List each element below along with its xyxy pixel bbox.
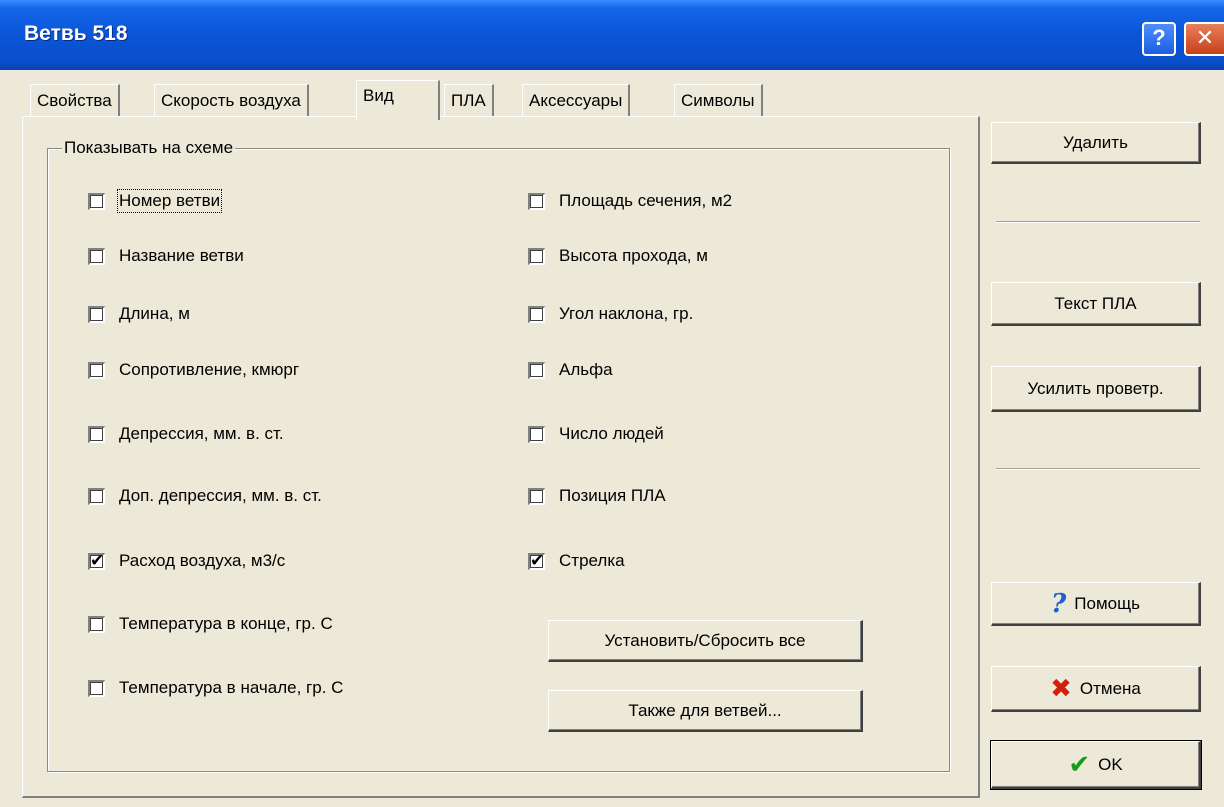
checkbox-box[interactable] (528, 305, 545, 323)
checkbox-label: Высота прохода, м (559, 246, 708, 265)
checkbox-box[interactable] (88, 425, 105, 443)
window-title: Ветвь 518 (24, 22, 128, 45)
checkbox-extra-depression[interactable]: Доп. депрессия, мм. в. ст. (88, 486, 322, 506)
checkbox-label: Номер ветви (116, 189, 223, 213)
tab-air-speed[interactable]: Скорость воздуха (154, 84, 309, 116)
title-bar[interactable]: Ветвь 518 ? ✕ (0, 0, 1224, 70)
checkbox-box[interactable]: ✔ (88, 550, 105, 570)
checkbox-label: Длина, м (119, 304, 190, 323)
checkbox-label: Площадь сечения, м2 (559, 191, 733, 210)
cancel-button[interactable]: ✖ Отмена (991, 666, 1201, 712)
checkbox-box[interactable] (88, 192, 105, 210)
checkbox-label: Альфа (559, 360, 613, 379)
title-close-button[interactable]: ✕ (1184, 22, 1224, 56)
tab-pla[interactable]: ПЛА (444, 84, 494, 116)
checkbox-branch-name[interactable]: Название ветви (88, 246, 244, 266)
ok-button-label: OK (1098, 754, 1123, 774)
checkbox-box[interactable] (528, 425, 545, 443)
help-button-label: Помощь (1074, 593, 1140, 613)
checkbox-temp-end[interactable]: Температура в конце, гр. С (88, 614, 333, 634)
close-x-icon: ✖ (1050, 673, 1072, 703)
checkbox-label: Расход воздуха, м3/с (119, 551, 286, 570)
checkbox-air-flow[interactable]: ✔ Расход воздуха, м3/с (88, 551, 285, 571)
checkbox-label: Температура в конце, гр. С (119, 614, 333, 633)
checkbox-box[interactable] (88, 305, 105, 323)
checkbox-label: Стрелка (559, 551, 625, 570)
boost-ventilation-button[interactable]: Усилить проветр. (991, 366, 1201, 412)
also-for-branches-button[interactable]: Также для ветвей... (548, 690, 863, 732)
checkbox-box[interactable] (88, 247, 105, 265)
checkbox-depression[interactable]: Депрессия, мм. в. ст. (88, 424, 284, 444)
ok-button[interactable]: ✔ OK (990, 740, 1202, 790)
tab-properties[interactable]: Свойства (30, 84, 120, 116)
checkbox-branch-number[interactable]: Номер ветви (88, 189, 223, 213)
checkbox-incline-angle[interactable]: Угол наклона, гр. (528, 304, 693, 324)
checkbox-box[interactable] (88, 615, 105, 633)
checkbox-temp-start[interactable]: Температура в начале, гр. С (88, 678, 343, 698)
checkbox-label: Угол наклона, гр. (559, 304, 694, 323)
checkbox-resistance[interactable]: Сопротивление, кмюрг (88, 360, 299, 380)
checkbox-section-area[interactable]: Площадь сечения, м2 (528, 191, 732, 211)
checkbox-passage-height[interactable]: Высота прохода, м (528, 246, 708, 266)
pla-text-button[interactable]: Текст ПЛА (991, 282, 1201, 326)
check-mark-icon: ✔ (90, 550, 105, 570)
checkbox-label: Позиция ПЛА (559, 486, 666, 505)
separator (996, 221, 1200, 223)
checkbox-box[interactable] (88, 487, 105, 505)
checkbox-box[interactable] (528, 487, 545, 505)
tab-view[interactable]: Вид (356, 80, 440, 120)
tab-accessories[interactable]: Аксессуары (522, 84, 631, 116)
tab-symbols[interactable]: Символы (674, 84, 763, 116)
checkbox-label: Название ветви (119, 246, 244, 265)
checkbox-label: Температура в начале, гр. С (119, 678, 344, 697)
checkbox-label: Число людей (559, 424, 664, 443)
checkbox-box[interactable] (88, 361, 105, 379)
checkbox-length[interactable]: Длина, м (88, 304, 190, 324)
check-mark-icon: ✔ (530, 550, 545, 570)
cancel-button-label: Отмена (1079, 678, 1141, 698)
delete-button[interactable]: Удалить (991, 122, 1201, 164)
checkbox-box[interactable]: ✔ (528, 550, 545, 570)
checkbox-box[interactable] (528, 247, 545, 265)
checkbox-box[interactable] (528, 192, 545, 210)
question-mark-icon: ? (1051, 588, 1067, 619)
checkbox-pla-position[interactable]: Позиция ПЛА (528, 486, 666, 506)
checkbox-label: Доп. депрессия, мм. в. ст. (119, 486, 322, 505)
set-reset-all-button[interactable]: Установить/Сбросить все (548, 620, 863, 662)
separator (996, 468, 1200, 470)
help-button[interactable]: ? Помощь (991, 582, 1201, 626)
dialog-window: Ветвь 518 ? ✕ Свойства Скорость воздуха … (0, 0, 1224, 807)
check-mark-icon: ✔ (1068, 749, 1091, 779)
title-help-button[interactable]: ? (1142, 22, 1176, 56)
checkbox-alpha[interactable]: Альфа (528, 360, 613, 380)
checkbox-box[interactable] (88, 679, 105, 697)
group-label: Показывать на схеме (62, 138, 236, 158)
checkbox-arrow[interactable]: ✔ Стрелка (528, 551, 625, 571)
checkbox-label: Сопротивление, кмюрг (119, 360, 300, 379)
checkbox-box[interactable] (528, 361, 545, 379)
checkbox-people-count[interactable]: Число людей (528, 424, 664, 444)
checkbox-label: Депрессия, мм. в. ст. (119, 424, 284, 443)
